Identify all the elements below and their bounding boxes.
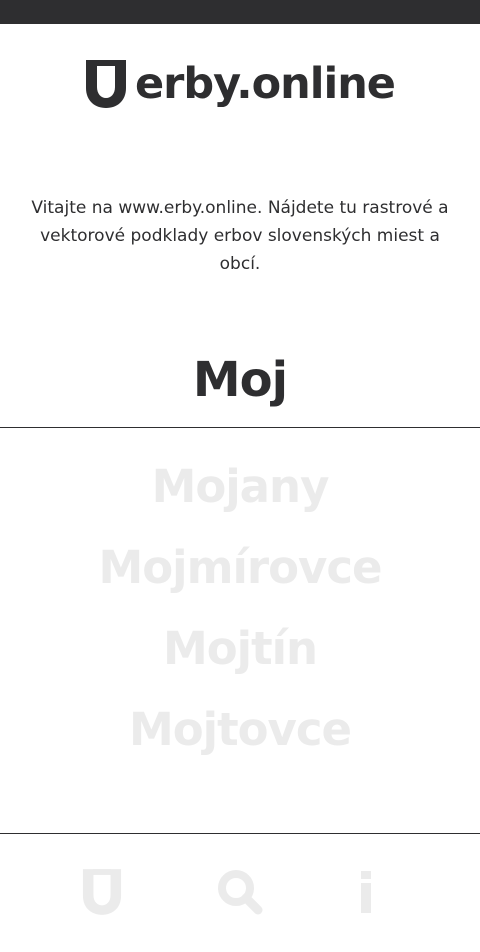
search-icon: [218, 870, 263, 915]
brand-name: erby.online: [135, 58, 396, 109]
search-query[interactable]: Moj: [0, 348, 480, 412]
info-icon: [361, 871, 371, 913]
shield-icon: [82, 869, 122, 915]
intro-text: Vitajte na www.erby.online. Nájdete tu r…: [31, 198, 449, 274]
nav-search-button[interactable]: [210, 862, 270, 922]
results-list: Mojany Mojmírovce Mojtín Mojtovce: [0, 446, 480, 770]
shield-icon: [86, 60, 126, 108]
result-item-mojtovce[interactable]: Mojtovce: [0, 689, 480, 770]
top-bar: [0, 0, 480, 24]
result-item-mojtin[interactable]: Mojtín: [0, 608, 480, 689]
result-item-mojany[interactable]: Mojany: [0, 446, 480, 527]
result-item-mojmirovce[interactable]: Mojmírovce: [0, 527, 480, 608]
divider: [0, 427, 480, 428]
nav-info-button[interactable]: [336, 862, 396, 922]
site-logo[interactable]: erby.online: [0, 56, 480, 112]
bottom-nav: [0, 834, 480, 952]
nav-home-button[interactable]: [72, 862, 132, 922]
